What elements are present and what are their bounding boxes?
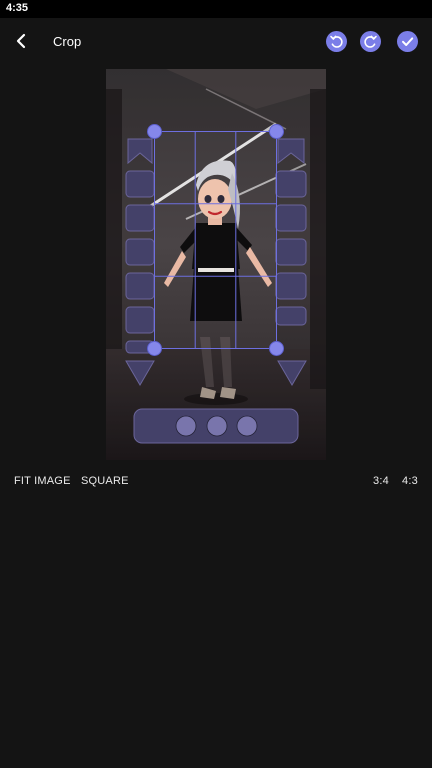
- crop-handle-top-left: [147, 124, 162, 139]
- crop-canvas[interactable]: [106, 69, 326, 460]
- toolbar: Crop: [0, 18, 432, 64]
- check-icon: [402, 37, 414, 46]
- fit-image-option[interactable]: FIT IMAGE: [14, 475, 71, 487]
- back-button[interactable]: [10, 30, 32, 52]
- status-time: 4:35: [6, 2, 29, 14]
- crop-handle-top-right: [269, 124, 284, 139]
- ratio-3-4-option[interactable]: 3:4: [373, 475, 389, 487]
- page-title: Crop: [53, 34, 82, 49]
- crop-handle-bottom-right: [269, 341, 284, 356]
- square-option[interactable]: SQUARE: [81, 475, 129, 487]
- ratio-4-3-option[interactable]: 4:3: [402, 475, 418, 487]
- rotate-left-icon: [330, 35, 343, 48]
- rotate-right-icon: [364, 35, 377, 48]
- game-screenshot-image: [106, 69, 326, 460]
- done-button[interactable]: [397, 31, 418, 52]
- undo-button[interactable]: [326, 31, 347, 52]
- crop-handle-bottom-left: [147, 341, 162, 356]
- status-bar: 4:35: [0, 0, 432, 18]
- crop-ratio-options: FIT IMAGE SQUARE 3:4 4:3: [0, 470, 432, 494]
- arrow-left-icon: [16, 33, 26, 49]
- redo-button[interactable]: [360, 31, 381, 52]
